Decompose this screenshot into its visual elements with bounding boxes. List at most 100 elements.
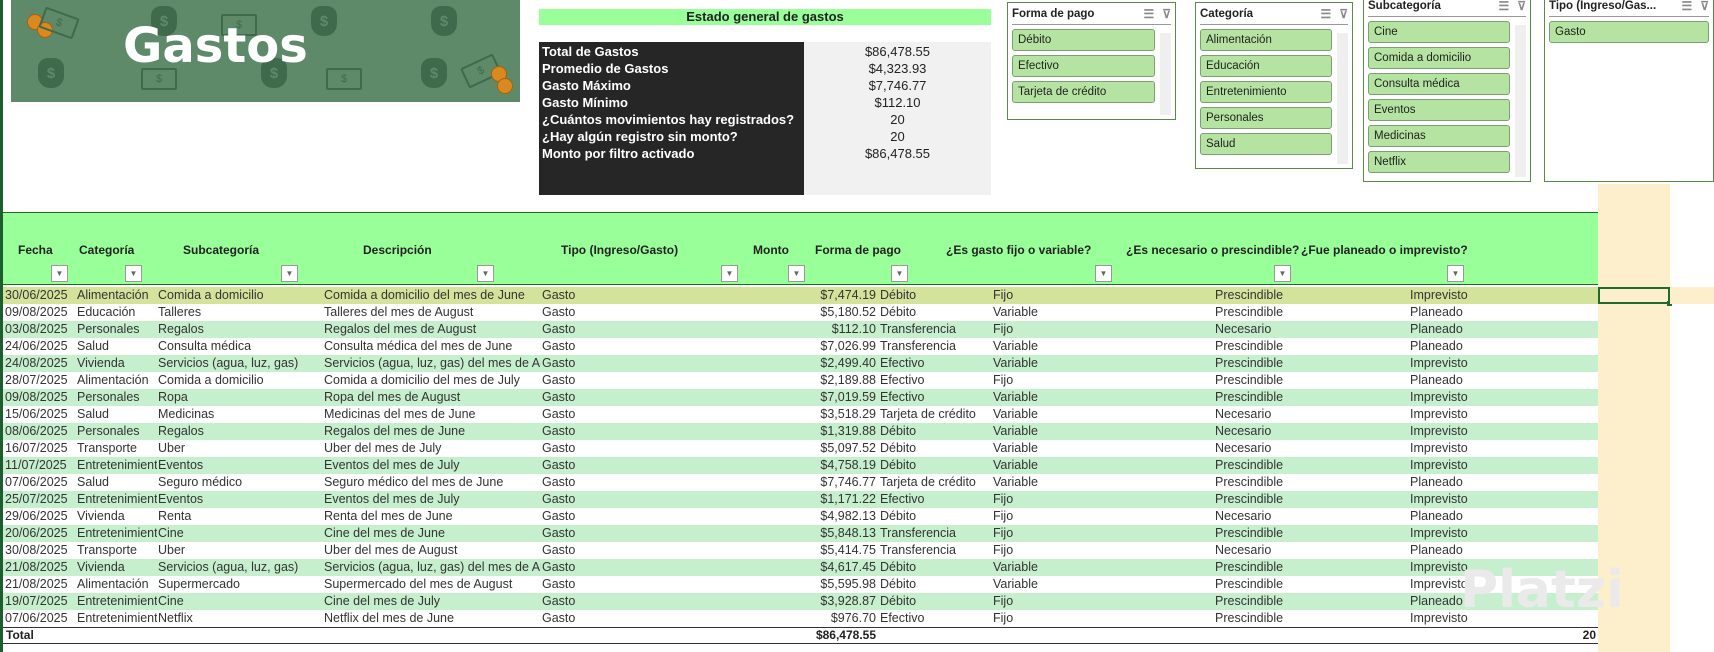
table-cell[interactable]: Entretenimiento	[77, 491, 157, 508]
table-cell[interactable]: Netflix	[158, 610, 323, 627]
slicer-tipo[interactable]: Tipo (Ingreso/Gas... ☰ ⊽ Gasto	[1544, 0, 1714, 182]
slicer-item[interactable]: Tarjeta de crédito	[1012, 81, 1155, 103]
clear-filter-icon[interactable]: ⊽	[1162, 7, 1171, 21]
filter-dropdown-button[interactable]: ▼	[1274, 265, 1291, 282]
table-cell[interactable]: Entretenimiento	[77, 457, 157, 474]
table-cell[interactable]: Vivienda	[77, 559, 157, 576]
table-cell[interactable]: Variable	[993, 423, 1213, 440]
table-cell[interactable]: $5,097.52	[763, 440, 876, 457]
table-cell[interactable]: 19/07/2025	[5, 593, 77, 610]
table-cell[interactable]: 30/08/2025	[5, 542, 77, 559]
table-cell[interactable]: Imprevisto	[1410, 406, 1598, 423]
table-cell[interactable]: $4,758.19	[763, 457, 876, 474]
table-cell[interactable]: Personales	[77, 321, 157, 338]
table-cell[interactable]: Ropa	[158, 389, 323, 406]
table-cell[interactable]: 28/07/2025	[5, 372, 77, 389]
slicer-scrollbar[interactable]	[1160, 33, 1171, 115]
table-cell[interactable]: Uber del mes de July	[324, 440, 541, 457]
table-cell[interactable]: Planeado	[1410, 338, 1598, 355]
table-cell[interactable]: Necesario	[1215, 423, 1407, 440]
table-cell[interactable]: Necesario	[1215, 321, 1407, 338]
table-cell[interactable]: Salud	[77, 406, 157, 423]
table-cell[interactable]: Seguro médico del mes de June	[324, 474, 541, 491]
table-cell[interactable]: Regalos	[158, 321, 323, 338]
table-cell[interactable]: Necesario	[1215, 440, 1407, 457]
table-cell[interactable]: Planeado	[1410, 542, 1598, 559]
table-cell[interactable]: Prescindible	[1215, 491, 1407, 508]
table-cell[interactable]: $2,499.40	[763, 355, 876, 372]
table-cell[interactable]: Efectivo	[880, 491, 992, 508]
table-cell[interactable]: Cine	[158, 525, 323, 542]
table-cell[interactable]: Variable	[993, 440, 1213, 457]
table-cell[interactable]: Prescindible	[1215, 593, 1407, 610]
table-cell[interactable]: Imprevisto	[1410, 440, 1598, 457]
table-cell[interactable]: Planeado	[1410, 321, 1598, 338]
table-cell[interactable]: $112.10	[763, 321, 876, 338]
table-cell[interactable]: Necesario	[1215, 406, 1407, 423]
table-cell[interactable]: Servicios (agua, luz, gas) del mes de Au…	[324, 355, 541, 372]
table-cell[interactable]: Variable	[993, 304, 1213, 321]
table-cell[interactable]: Prescindible	[1215, 372, 1407, 389]
table-cell[interactable]: Vivienda	[77, 355, 157, 372]
table-cell[interactable]: Medicinas	[158, 406, 323, 423]
table-cell[interactable]: 07/06/2025	[5, 474, 77, 491]
table-cell[interactable]: Eventos del mes de July	[324, 457, 541, 474]
table-cell[interactable]: $5,180.52	[763, 304, 876, 321]
table-cell[interactable]: Transporte	[77, 542, 157, 559]
table-cell[interactable]: Débito	[880, 287, 992, 304]
table-cell[interactable]: 16/07/2025	[5, 440, 77, 457]
table-cell[interactable]: Transferencia	[880, 542, 992, 559]
table-cell[interactable]: Débito	[880, 423, 992, 440]
table-cell[interactable]: Seguro médico	[158, 474, 323, 491]
table-cell[interactable]: Fijo	[993, 525, 1213, 542]
table-cell[interactable]: Prescindible	[1215, 389, 1407, 406]
table-cell[interactable]: Efectivo	[880, 372, 992, 389]
table-cell[interactable]: $976.70	[763, 610, 876, 627]
table-cell[interactable]: Débito	[880, 576, 992, 593]
table-cell[interactable]: Prescindible	[1215, 474, 1407, 491]
table-cell[interactable]: $5,595.98	[763, 576, 876, 593]
table-cell[interactable]: Servicios (agua, luz, gas) del mes de Au…	[324, 559, 541, 576]
table-cell[interactable]: Planeado	[1410, 372, 1598, 389]
slicer-item[interactable]: Consulta médica	[1368, 73, 1510, 95]
slicer-item[interactable]: Educación	[1200, 55, 1332, 77]
table-cell[interactable]: 21/08/2025	[5, 576, 77, 593]
table-cell[interactable]: 21/08/2025	[5, 559, 77, 576]
table-cell[interactable]: 24/06/2025	[5, 338, 77, 355]
table-cell[interactable]: Cine del mes de June	[324, 525, 541, 542]
table-cell[interactable]: Regalos del mes de August	[324, 321, 541, 338]
table-cell[interactable]: Ropa del mes de August	[324, 389, 541, 406]
slicer-item[interactable]: Salud	[1200, 133, 1332, 155]
table-cell[interactable]: Transferencia	[880, 525, 992, 542]
table-cell[interactable]: Servicios (agua, luz, gas)	[158, 355, 323, 372]
table-cell[interactable]: Fijo	[993, 542, 1213, 559]
table-cell[interactable]: Imprevisto	[1410, 457, 1598, 474]
table-cell[interactable]: Talleres del mes de August	[324, 304, 541, 321]
table-cell[interactable]: Uber	[158, 440, 323, 457]
table-cell[interactable]: $1,319.88	[763, 423, 876, 440]
table-cell[interactable]: Personales	[77, 389, 157, 406]
table-cell[interactable]: Necesario	[1215, 542, 1407, 559]
table-cell[interactable]: Vivienda	[77, 508, 157, 525]
table-cell[interactable]: Talleres	[158, 304, 323, 321]
table-cell[interactable]: Medicinas del mes de June	[324, 406, 541, 423]
slicer-item[interactable]: Eventos	[1368, 99, 1510, 121]
slicer-item[interactable]: Alimentación	[1200, 29, 1332, 51]
table-cell[interactable]: Transferencia	[880, 321, 992, 338]
table-cell[interactable]: Variable	[993, 474, 1213, 491]
table-cell[interactable]: Consulta médica	[158, 338, 323, 355]
table-cell[interactable]: Eventos del mes de July	[324, 491, 541, 508]
table-cell[interactable]: Débito	[880, 559, 992, 576]
filter-dropdown-button[interactable]: ▼	[125, 265, 142, 282]
table-cell[interactable]: Planeado	[1410, 474, 1598, 491]
table-cell[interactable]: Imprevisto	[1410, 491, 1598, 508]
table-cell[interactable]: $5,848.13	[763, 525, 876, 542]
table-cell[interactable]: Eventos	[158, 491, 323, 508]
table-cell[interactable]: Regalos del mes de June	[324, 423, 541, 440]
table-cell[interactable]: Efectivo	[880, 610, 992, 627]
slicer-item[interactable]: Efectivo	[1012, 55, 1155, 77]
selected-cell[interactable]	[1598, 287, 1672, 306]
slicer-subcategoria[interactable]: Subcategoría ☰ ⊽ Cine Comida a domicilio Cons…	[1363, 0, 1531, 182]
table-cell[interactable]: 25/07/2025	[5, 491, 77, 508]
table-cell[interactable]: Prescindible	[1215, 457, 1407, 474]
